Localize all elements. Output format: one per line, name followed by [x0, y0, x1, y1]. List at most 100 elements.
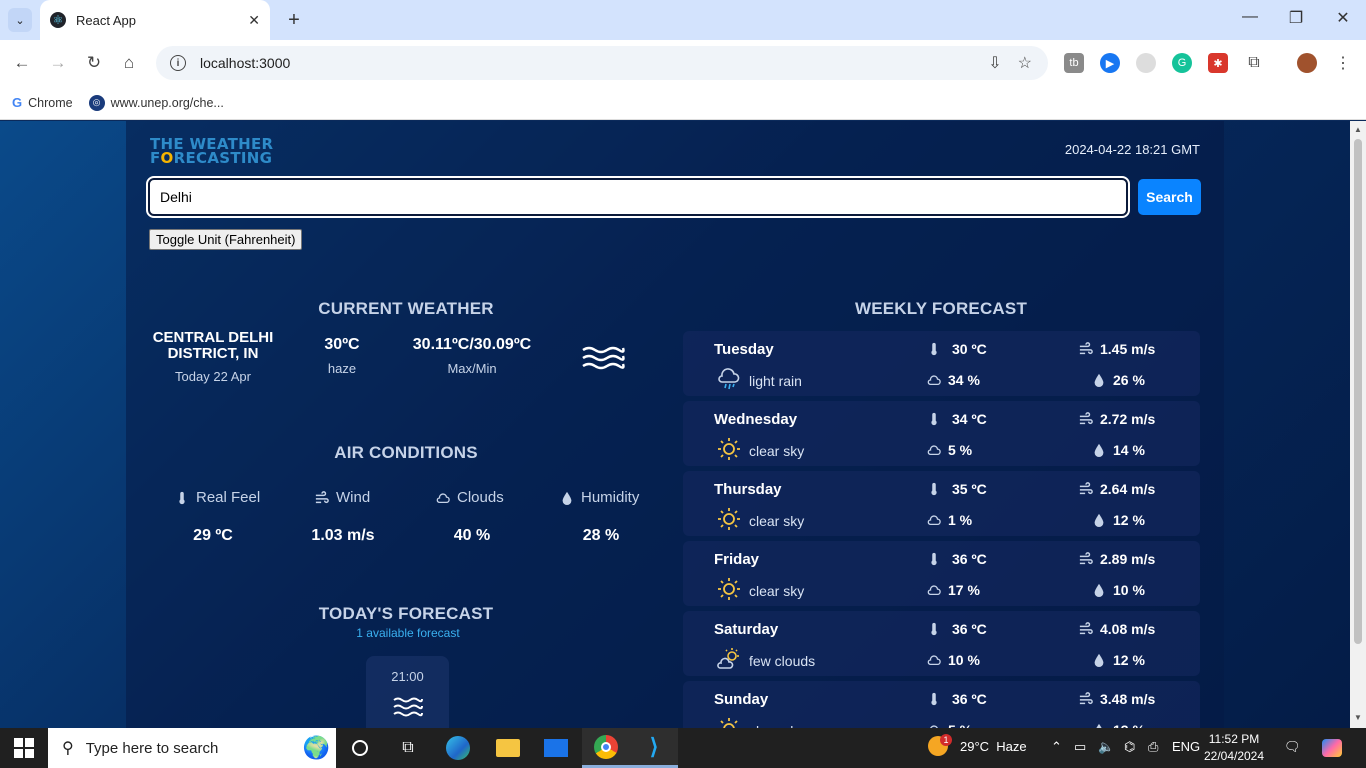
- extension-icon-1[interactable]: tb: [1064, 53, 1084, 73]
- sun-icon: [717, 717, 741, 728]
- close-window-button[interactable]: ✕: [1331, 8, 1355, 28]
- real-feel-label: Real Feel: [174, 489, 260, 506]
- weather-widget-icon[interactable]: 1: [928, 734, 952, 759]
- air-conditions-title: AIR CONDITIONS: [334, 443, 478, 462]
- bookmark-label: www.unep.org/che...: [110, 95, 224, 110]
- chrome-icon[interactable]: [582, 728, 630, 768]
- mail-icon[interactable]: [532, 728, 580, 768]
- humidity-drop-icon: [1094, 373, 1104, 387]
- page-scrollbar[interactable]: ▲ ▼: [1350, 121, 1366, 728]
- restore-button[interactable]: ❐: [1284, 8, 1308, 28]
- forecast-clouds: 34 %: [926, 372, 980, 388]
- system-clock[interactable]: 11:52 PM 22/04/2024: [1198, 731, 1270, 765]
- forecast-desc: light rain: [717, 367, 802, 394]
- humidity-drop-icon: [1094, 653, 1104, 667]
- weekly-forecast-row: Tuesday light rain 30 ºC 34 % 1.45 m/s 26 %: [683, 331, 1200, 396]
- new-tab-button[interactable]: +: [282, 8, 306, 32]
- windows-start-icon[interactable]: [14, 738, 34, 758]
- forecast-day: Thursday: [714, 481, 782, 498]
- browser-tab[interactable]: ⚛ React App ✕: [40, 0, 270, 40]
- forward-button[interactable]: →: [47, 52, 69, 74]
- rain-icon: [717, 367, 741, 394]
- weekly-forecast-row: Sundayclear sky36 ºC5 %3.48 m/s13 %: [683, 681, 1200, 728]
- forecast-wind: 2.89 m/s: [1078, 551, 1155, 567]
- forecast-clouds: 17 %: [926, 582, 980, 598]
- tray-chevron-icon[interactable]: ⌃: [1051, 739, 1062, 755]
- site-info-icon[interactable]: i: [170, 55, 186, 71]
- thermometer-icon: [931, 482, 937, 496]
- cloud-icon: [436, 492, 450, 503]
- close-tab-icon[interactable]: ✕: [248, 12, 260, 29]
- thermometer-icon: [931, 692, 937, 706]
- cloud-icon: [927, 655, 941, 666]
- forecast-humidity: 10 %: [1091, 582, 1145, 598]
- network-icon[interactable]: ⌬: [1124, 739, 1135, 755]
- forecast-temp: 36 ºC: [926, 691, 987, 707]
- copilot-icon[interactable]: [1322, 739, 1342, 760]
- minimize-button[interactable]: —: [1238, 8, 1262, 26]
- battery-icon[interactable]: ▭: [1074, 739, 1086, 755]
- current-temp: 30ºC: [324, 336, 360, 353]
- bookmark-unep[interactable]: ◎ www.unep.org/che...: [88, 94, 224, 111]
- back-button[interactable]: ←: [11, 52, 33, 74]
- toggle-unit-button[interactable]: Toggle Unit (Fahrenheit): [149, 229, 303, 250]
- forecast-day: Wednesday: [714, 411, 798, 428]
- notification-badge: 1: [940, 734, 952, 746]
- bookmark-label: Chrome: [28, 95, 73, 110]
- edge-icon[interactable]: [434, 728, 482, 768]
- device-icon[interactable]: ⎙: [1148, 739, 1158, 755]
- haze-icon: [393, 697, 423, 717]
- language-indicator[interactable]: ENG: [1172, 739, 1200, 754]
- search-icon: ⚲: [62, 740, 74, 757]
- notifications-icon[interactable]: 🗨: [1284, 739, 1301, 755]
- forecast-day: Saturday: [714, 621, 779, 638]
- extensions-puzzle-icon[interactable]: ⧉: [1244, 53, 1264, 73]
- wind-icon: [1079, 622, 1093, 635]
- forecast-temp: 35 ºC: [926, 481, 987, 497]
- todays-forecast-title: TODAY'S FORECAST: [318, 604, 494, 623]
- file-explorer-icon[interactable]: [484, 728, 532, 768]
- weather-widget-text[interactable]: 29°C Haze: [960, 739, 1027, 754]
- scrollbar-thumb[interactable]: [1354, 139, 1362, 644]
- forecast-humidity: 12 %: [1091, 512, 1145, 528]
- scroll-down-icon[interactable]: ▼: [1354, 713, 1362, 722]
- install-app-icon[interactable]: ⇩: [988, 53, 1001, 73]
- extension-icon-3[interactable]: [1136, 53, 1156, 73]
- volume-icon[interactable]: 🔈: [1098, 739, 1114, 755]
- taskbar-search-box[interactable]: ⚲ Type here to search 🌍: [48, 728, 336, 768]
- available-forecast-count: 1 available forecast: [356, 626, 460, 640]
- extension-icon-2[interactable]: ▶: [1100, 53, 1120, 73]
- city-search-input[interactable]: [146, 176, 1130, 218]
- tab-search-dropdown-button[interactable]: ⌄: [8, 8, 32, 32]
- bookmark-star-icon[interactable]: ☆: [1018, 53, 1032, 73]
- humidity-value: 28 %: [582, 527, 620, 544]
- forecast-clouds: 10 %: [926, 652, 980, 668]
- extension-icon-5[interactable]: ✱: [1208, 53, 1228, 73]
- search-button[interactable]: Search: [1138, 179, 1201, 215]
- scroll-up-icon[interactable]: ▲: [1354, 125, 1362, 134]
- profile-avatar[interactable]: [1297, 53, 1317, 73]
- home-button[interactable]: ⌂: [118, 52, 140, 74]
- tab-title: React App: [76, 12, 136, 28]
- sun-icon: [717, 437, 741, 464]
- reload-button[interactable]: ↻: [83, 52, 105, 74]
- vscode-icon[interactable]: ⟩: [630, 728, 678, 768]
- address-bar[interactable]: i localhost:3000 ⇩ ☆: [156, 46, 1048, 80]
- humidity-drop-icon: [1094, 513, 1104, 527]
- browser-menu-icon[interactable]: ⋮: [1333, 53, 1353, 73]
- grammarly-icon[interactable]: G: [1172, 53, 1192, 73]
- few-clouds-icon: [717, 647, 741, 674]
- haze-icon: [582, 346, 625, 370]
- search-placeholder: Type here to search: [85, 739, 219, 757]
- cortana-icon[interactable]: [336, 728, 384, 768]
- forecast-desc: clear sky: [717, 507, 804, 534]
- task-view-icon[interactable]: ⧉: [384, 728, 432, 768]
- forecast-day: Tuesday: [714, 341, 774, 358]
- forecast-day: Friday: [714, 551, 760, 568]
- app-container: THE WEATHER FORECASTING 2024-04-22 18:21…: [126, 121, 1224, 728]
- clouds-label: Clouds: [435, 489, 504, 506]
- forecast-humidity: 26 %: [1091, 372, 1145, 388]
- forecast-clouds: 5 %: [926, 442, 972, 458]
- bookmark-chrome[interactable]: G Chrome: [12, 95, 73, 110]
- bookmarks-bar: G Chrome ◎ www.unep.org/che...: [0, 86, 1366, 120]
